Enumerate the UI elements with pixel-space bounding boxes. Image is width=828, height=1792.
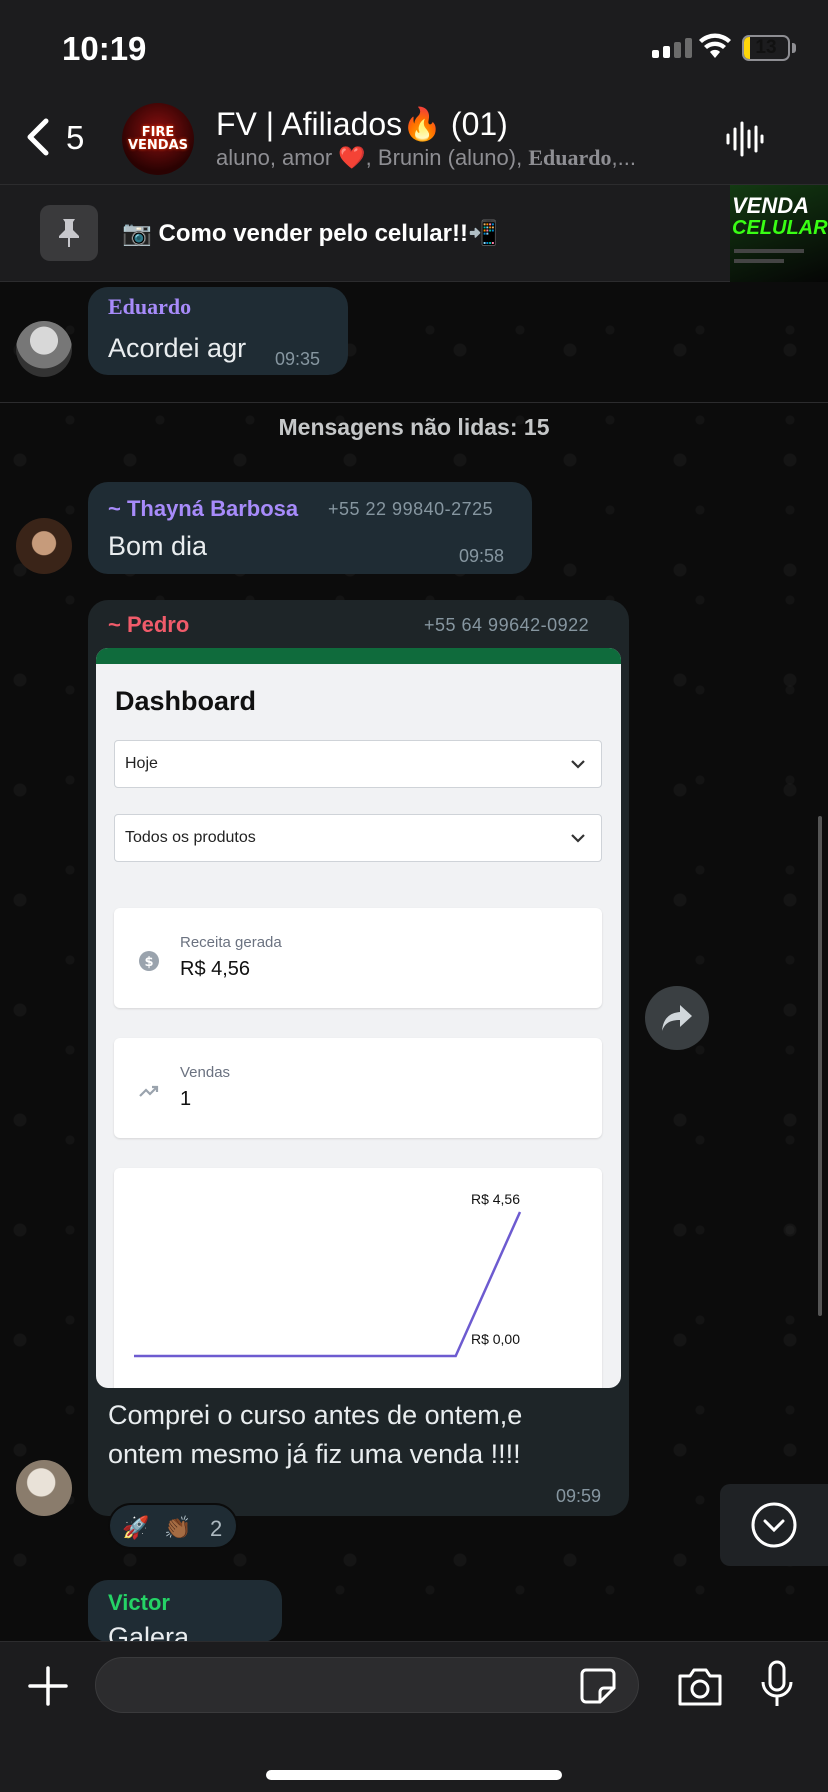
sender-name-victor[interactable]: Victor (108, 1590, 170, 1616)
revenue-chart-svg: R$ 4,56 R$ 0,00 (133, 1191, 522, 1358)
plus-icon[interactable] (26, 1664, 70, 1708)
avatar-text-vendas: VENDAS (127, 138, 189, 153)
avatar-pedro[interactable] (16, 1460, 72, 1516)
chart-series-line (134, 1211, 522, 1358)
dashboard-title: Dashboard (115, 686, 257, 716)
message-input[interactable] (95, 1657, 639, 1713)
dollar-coin-icon: $ (139, 951, 159, 971)
group-title[interactable]: FV | Afiliados🔥 (01) (216, 105, 508, 143)
message-text-clip: Galera (88, 1620, 282, 1641)
battery-tip (792, 43, 796, 53)
scrollbar[interactable] (818, 816, 822, 1316)
revenue-card: $ Receita gerada R$ 4,56 (114, 908, 602, 1008)
sender-phone-pedro: +55 64 99642-0922 (424, 615, 590, 635)
thumb-line-decor (734, 249, 804, 253)
cellular-signal-icon (652, 36, 692, 58)
sender-name-thayna[interactable]: ~ Thayná Barbosa (108, 496, 298, 522)
pinned-thumbnail[interactable]: VENDA CELULAR (730, 185, 828, 282)
message-text-pedro-line2: ontem mesmo já fiz uma venda !!!! (108, 1439, 521, 1469)
forward-icon (662, 1005, 692, 1031)
members-suffix: ,... (611, 145, 636, 170)
thumb-text-celular: CELULAR (732, 217, 828, 239)
product-dropdown-value: Todos os produtos (125, 829, 256, 846)
camera-icon[interactable] (676, 1664, 724, 1708)
message-text-eduardo: Acordei agr (108, 333, 247, 363)
sticker-icon[interactable] (578, 1666, 618, 1706)
forward-button[interactable] (645, 986, 709, 1050)
reaction-count: 2 (210, 1516, 223, 1541)
chart-tick-label: R$ 4,56 (471, 1191, 520, 1207)
message-time-eduardo: 09:35 (275, 349, 321, 369)
pinned-message-bar[interactable]: 📷 Como vender pelo celular!!📲 VENDA CELU… (0, 185, 828, 282)
chevron-down-circle-icon (751, 1502, 797, 1548)
sender-phone-thayna: +55 22 99840-2725 (328, 499, 494, 519)
group-avatar[interactable]: FIRE VENDAS (122, 103, 194, 175)
product-dropdown: Todos os produtos (114, 814, 602, 862)
scroll-to-bottom-button[interactable] (720, 1484, 828, 1566)
unread-messages-label: Mensagens não lidas: 15 (278, 414, 550, 440)
message-input-bar (0, 1641, 828, 1792)
sales-card: Vendas 1 (114, 1038, 602, 1138)
chevron-down-icon (571, 760, 585, 769)
avatar-eduardo[interactable] (16, 321, 72, 377)
thumb-line-decor (734, 259, 784, 263)
message-time-pedro: 09:59 (556, 1486, 602, 1506)
message-reactions[interactable]: 🚀 👏🏾 2 (108, 1503, 238, 1549)
voice-chat-icon[interactable] (724, 119, 764, 159)
wifi-icon (699, 33, 731, 58)
revenue-chart: R$ 4,56 R$ 0,00 (114, 1168, 602, 1388)
unread-chats-count[interactable]: 5 (66, 119, 84, 157)
battery-level: 13 (755, 37, 777, 58)
group-members-list[interactable]: aluno, amor ❤️, Brunin (aluno), Eduardo,… (216, 145, 696, 171)
clap-reaction: 👏🏾 (164, 1515, 192, 1540)
members-prefix: aluno, amor ❤️, Brunin (aluno), (216, 145, 529, 170)
sender-name-eduardo[interactable]: Eduardo (108, 294, 191, 320)
back-chevron-icon[interactable] (22, 117, 52, 157)
sender-name-pedro[interactable]: ~ Pedro (108, 612, 189, 638)
sales-value: 1 (180, 1088, 192, 1110)
microphone-icon[interactable] (760, 1660, 794, 1708)
rocket-reaction: 🚀 (122, 1515, 150, 1540)
sales-label: Vendas (180, 1064, 231, 1081)
home-indicator (266, 1770, 562, 1780)
avatar-thayna[interactable] (16, 518, 72, 574)
revenue-label: Receita gerada (180, 934, 282, 951)
period-dropdown-value: Hoje (125, 755, 158, 772)
members-bold: Eduardo (528, 145, 612, 170)
period-dropdown: Hoje (114, 740, 602, 788)
pinned-message-text[interactable]: 📷 Como vender pelo celular!!📲 (122, 219, 498, 248)
message-time-thayna: 09:58 (459, 546, 505, 566)
status-time: 10:19 (62, 30, 147, 67)
thumb-text-venda: VENDA (732, 193, 810, 218)
dashboard-screenshot-image[interactable]: Dashboard Hoje Todos os produtos $ Recei… (96, 648, 621, 1388)
revenue-value: R$ 4,56 (180, 958, 251, 980)
pin-icon (59, 219, 79, 247)
screenshot-topbar (96, 648, 621, 664)
battery-icon: 13 (742, 35, 790, 61)
svg-text:$: $ (144, 955, 153, 970)
message-text-pedro-line1: Comprei o curso antes de ontem,e (108, 1400, 523, 1430)
message-text-thayna: Bom dia (108, 531, 208, 561)
pin-button[interactable] (40, 205, 98, 261)
chart-tick-label: R$ 0,00 (471, 1331, 520, 1347)
message-text-victor: Galera (108, 1622, 190, 1641)
unread-divider (0, 402, 828, 403)
trending-up-icon (139, 1085, 159, 1097)
chevron-down-icon (571, 834, 585, 843)
status-bar: 10:19 13 (0, 0, 828, 95)
chat-header: 5 FIRE VENDAS FV | Afiliados🔥 (01) aluno… (0, 95, 828, 185)
